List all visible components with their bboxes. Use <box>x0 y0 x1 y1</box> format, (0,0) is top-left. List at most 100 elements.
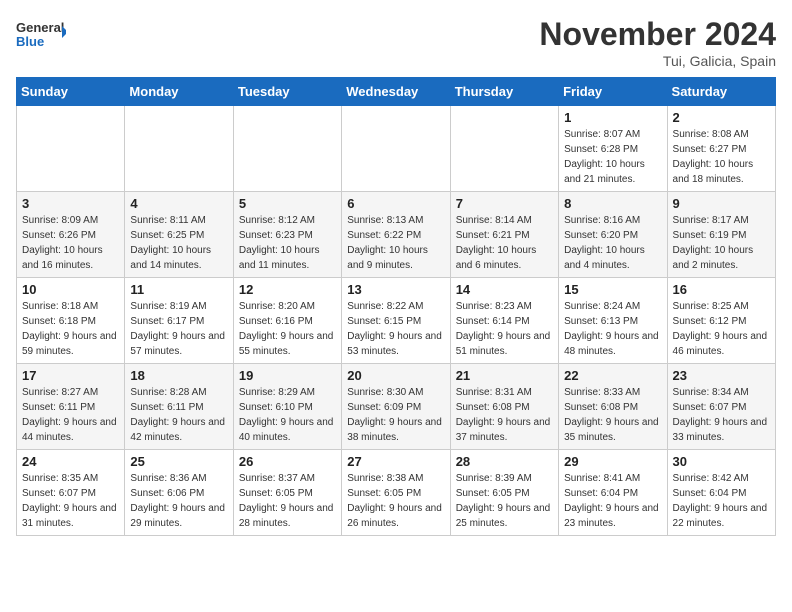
day-cell: 25 Sunrise: 8:36 AM Sunset: 6:06 PM Dayl… <box>125 450 233 536</box>
day-cell: 2 Sunrise: 8:08 AM Sunset: 6:27 PM Dayli… <box>667 106 775 192</box>
day-info: Sunrise: 8:16 AM Sunset: 6:20 PM Dayligh… <box>564 213 661 273</box>
day-cell: 7 Sunrise: 8:14 AM Sunset: 6:21 PM Dayli… <box>450 192 558 278</box>
day-cell: 8 Sunrise: 8:16 AM Sunset: 6:20 PM Dayli… <box>559 192 667 278</box>
day-info: Sunrise: 8:17 AM Sunset: 6:19 PM Dayligh… <box>673 213 770 273</box>
day-info: Sunrise: 8:09 AM Sunset: 6:26 PM Dayligh… <box>22 213 119 273</box>
day-cell: 29 Sunrise: 8:41 AM Sunset: 6:04 PM Dayl… <box>559 450 667 536</box>
day-cell: 13 Sunrise: 8:22 AM Sunset: 6:15 PM Dayl… <box>342 278 450 364</box>
day-cell: 21 Sunrise: 8:31 AM Sunset: 6:08 PM Dayl… <box>450 364 558 450</box>
day-number: 24 <box>22 454 119 469</box>
day-number: 7 <box>456 196 553 211</box>
day-info: Sunrise: 8:27 AM Sunset: 6:11 PM Dayligh… <box>22 385 119 445</box>
day-info: Sunrise: 8:37 AM Sunset: 6:05 PM Dayligh… <box>239 471 336 531</box>
weekday-header-row: SundayMondayTuesdayWednesdayThursdayFrid… <box>17 78 776 106</box>
day-number: 1 <box>564 110 661 125</box>
day-info: Sunrise: 8:08 AM Sunset: 6:27 PM Dayligh… <box>673 127 770 187</box>
weekday-header-thursday: Thursday <box>450 78 558 106</box>
day-info: Sunrise: 8:07 AM Sunset: 6:28 PM Dayligh… <box>564 127 661 187</box>
weekday-header-friday: Friday <box>559 78 667 106</box>
day-number: 5 <box>239 196 336 211</box>
location: Tui, Galicia, Spain <box>539 53 776 69</box>
day-cell: 24 Sunrise: 8:35 AM Sunset: 6:07 PM Dayl… <box>17 450 125 536</box>
day-info: Sunrise: 8:34 AM Sunset: 6:07 PM Dayligh… <box>673 385 770 445</box>
day-number: 27 <box>347 454 444 469</box>
weekday-header-saturday: Saturday <box>667 78 775 106</box>
day-cell: 15 Sunrise: 8:24 AM Sunset: 6:13 PM Dayl… <box>559 278 667 364</box>
month-title: November 2024 <box>539 16 776 53</box>
day-info: Sunrise: 8:31 AM Sunset: 6:08 PM Dayligh… <box>456 385 553 445</box>
logo: General Blue <box>16 16 66 56</box>
day-info: Sunrise: 8:36 AM Sunset: 6:06 PM Dayligh… <box>130 471 227 531</box>
day-cell: 1 Sunrise: 8:07 AM Sunset: 6:28 PM Dayli… <box>559 106 667 192</box>
day-number: 20 <box>347 368 444 383</box>
day-cell: 12 Sunrise: 8:20 AM Sunset: 6:16 PM Dayl… <box>233 278 341 364</box>
day-number: 10 <box>22 282 119 297</box>
day-number: 9 <box>673 196 770 211</box>
week-row-3: 10 Sunrise: 8:18 AM Sunset: 6:18 PM Dayl… <box>17 278 776 364</box>
day-cell: 14 Sunrise: 8:23 AM Sunset: 6:14 PM Dayl… <box>450 278 558 364</box>
day-number: 29 <box>564 454 661 469</box>
logo-svg: General Blue <box>16 16 66 56</box>
day-cell: 3 Sunrise: 8:09 AM Sunset: 6:26 PM Dayli… <box>17 192 125 278</box>
day-number: 22 <box>564 368 661 383</box>
day-cell: 4 Sunrise: 8:11 AM Sunset: 6:25 PM Dayli… <box>125 192 233 278</box>
day-number: 16 <box>673 282 770 297</box>
day-number: 21 <box>456 368 553 383</box>
day-info: Sunrise: 8:22 AM Sunset: 6:15 PM Dayligh… <box>347 299 444 359</box>
title-area: November 2024 Tui, Galicia, Spain <box>539 16 776 69</box>
day-cell: 23 Sunrise: 8:34 AM Sunset: 6:07 PM Dayl… <box>667 364 775 450</box>
day-cell: 26 Sunrise: 8:37 AM Sunset: 6:05 PM Dayl… <box>233 450 341 536</box>
day-info: Sunrise: 8:20 AM Sunset: 6:16 PM Dayligh… <box>239 299 336 359</box>
day-number: 3 <box>22 196 119 211</box>
day-number: 2 <box>673 110 770 125</box>
day-cell: 5 Sunrise: 8:12 AM Sunset: 6:23 PM Dayli… <box>233 192 341 278</box>
day-cell: 11 Sunrise: 8:19 AM Sunset: 6:17 PM Dayl… <box>125 278 233 364</box>
day-info: Sunrise: 8:14 AM Sunset: 6:21 PM Dayligh… <box>456 213 553 273</box>
day-number: 17 <box>22 368 119 383</box>
day-info: Sunrise: 8:18 AM Sunset: 6:18 PM Dayligh… <box>22 299 119 359</box>
weekday-header-monday: Monday <box>125 78 233 106</box>
day-number: 15 <box>564 282 661 297</box>
svg-text:Blue: Blue <box>16 34 44 49</box>
day-cell: 9 Sunrise: 8:17 AM Sunset: 6:19 PM Dayli… <box>667 192 775 278</box>
day-cell <box>233 106 341 192</box>
week-row-2: 3 Sunrise: 8:09 AM Sunset: 6:26 PM Dayli… <box>17 192 776 278</box>
weekday-header-wednesday: Wednesday <box>342 78 450 106</box>
day-cell: 27 Sunrise: 8:38 AM Sunset: 6:05 PM Dayl… <box>342 450 450 536</box>
week-row-1: 1 Sunrise: 8:07 AM Sunset: 6:28 PM Dayli… <box>17 106 776 192</box>
day-cell: 17 Sunrise: 8:27 AM Sunset: 6:11 PM Dayl… <box>17 364 125 450</box>
day-number: 26 <box>239 454 336 469</box>
day-info: Sunrise: 8:25 AM Sunset: 6:12 PM Dayligh… <box>673 299 770 359</box>
day-cell <box>450 106 558 192</box>
day-number: 12 <box>239 282 336 297</box>
day-number: 8 <box>564 196 661 211</box>
day-cell: 30 Sunrise: 8:42 AM Sunset: 6:04 PM Dayl… <box>667 450 775 536</box>
day-cell: 6 Sunrise: 8:13 AM Sunset: 6:22 PM Dayli… <box>342 192 450 278</box>
day-number: 18 <box>130 368 227 383</box>
svg-text:General: General <box>16 20 64 35</box>
weekday-header-tuesday: Tuesday <box>233 78 341 106</box>
day-number: 4 <box>130 196 227 211</box>
day-number: 23 <box>673 368 770 383</box>
day-info: Sunrise: 8:38 AM Sunset: 6:05 PM Dayligh… <box>347 471 444 531</box>
day-cell <box>125 106 233 192</box>
day-info: Sunrise: 8:35 AM Sunset: 6:07 PM Dayligh… <box>22 471 119 531</box>
day-number: 30 <box>673 454 770 469</box>
day-number: 11 <box>130 282 227 297</box>
day-cell: 18 Sunrise: 8:28 AM Sunset: 6:11 PM Dayl… <box>125 364 233 450</box>
day-info: Sunrise: 8:41 AM Sunset: 6:04 PM Dayligh… <box>564 471 661 531</box>
day-number: 25 <box>130 454 227 469</box>
day-info: Sunrise: 8:24 AM Sunset: 6:13 PM Dayligh… <box>564 299 661 359</box>
day-number: 28 <box>456 454 553 469</box>
day-cell <box>342 106 450 192</box>
day-info: Sunrise: 8:39 AM Sunset: 6:05 PM Dayligh… <box>456 471 553 531</box>
day-cell: 22 Sunrise: 8:33 AM Sunset: 6:08 PM Dayl… <box>559 364 667 450</box>
day-info: Sunrise: 8:42 AM Sunset: 6:04 PM Dayligh… <box>673 471 770 531</box>
day-number: 14 <box>456 282 553 297</box>
day-cell: 28 Sunrise: 8:39 AM Sunset: 6:05 PM Dayl… <box>450 450 558 536</box>
day-number: 6 <box>347 196 444 211</box>
day-info: Sunrise: 8:33 AM Sunset: 6:08 PM Dayligh… <box>564 385 661 445</box>
day-cell: 19 Sunrise: 8:29 AM Sunset: 6:10 PM Dayl… <box>233 364 341 450</box>
week-row-5: 24 Sunrise: 8:35 AM Sunset: 6:07 PM Dayl… <box>17 450 776 536</box>
weekday-header-sunday: Sunday <box>17 78 125 106</box>
